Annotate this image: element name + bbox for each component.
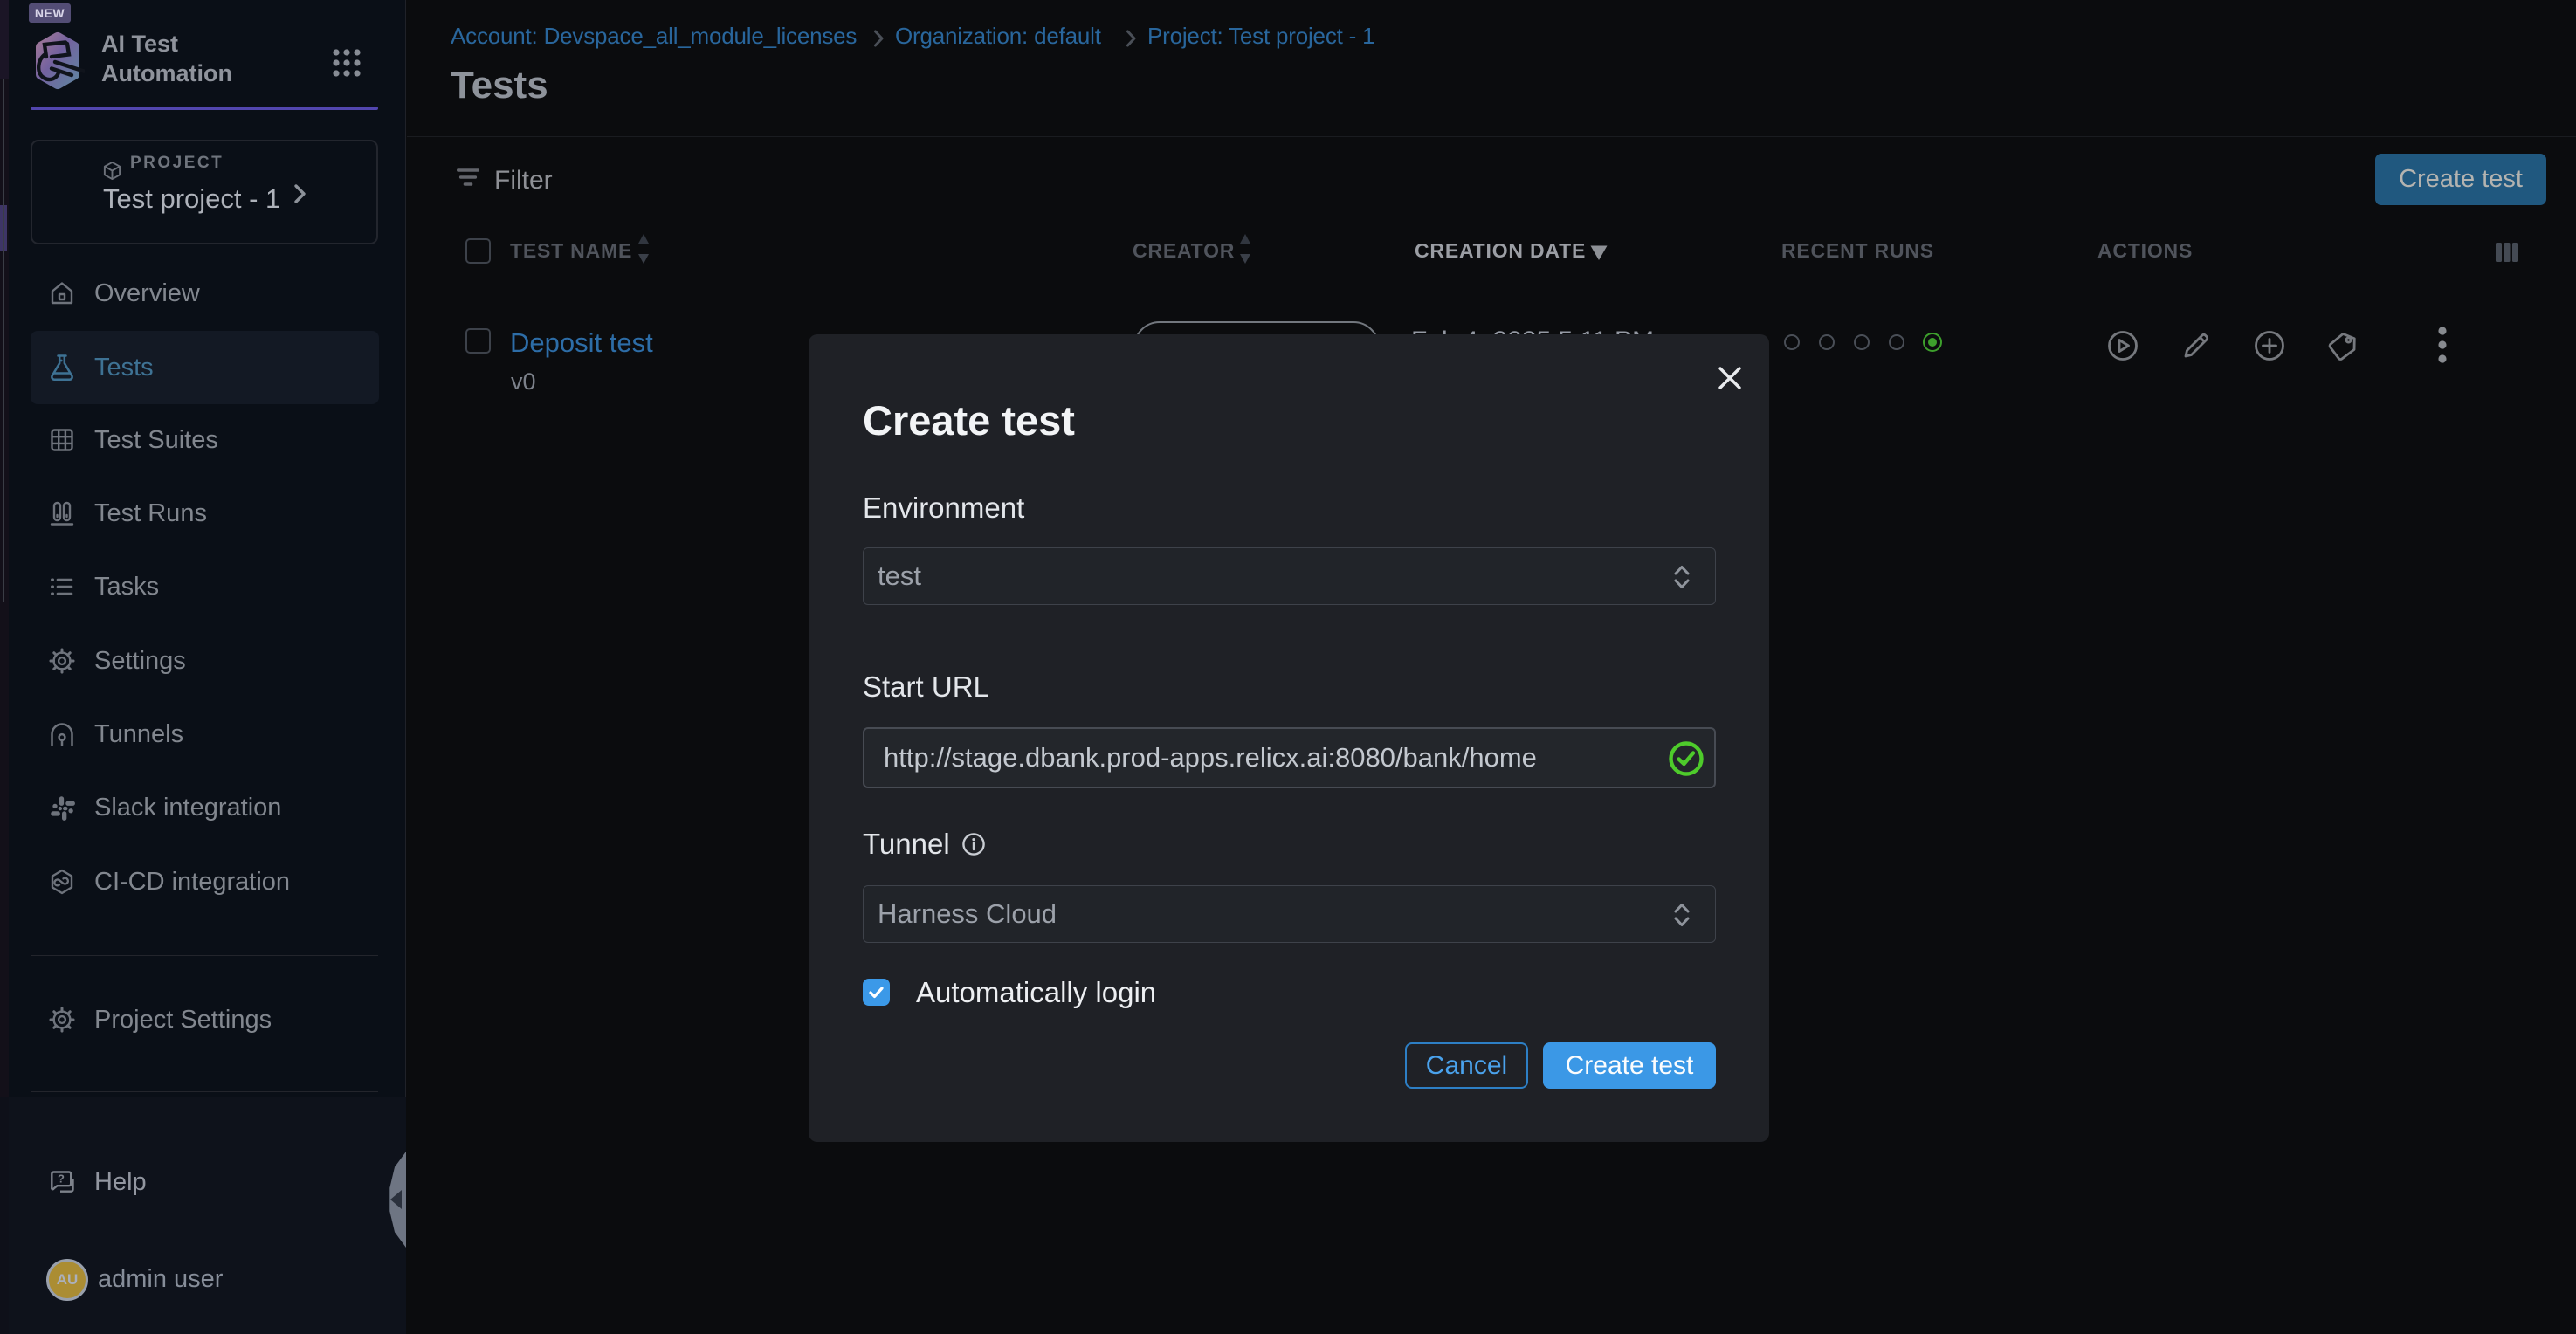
- svg-text:?: ?: [58, 1172, 65, 1186]
